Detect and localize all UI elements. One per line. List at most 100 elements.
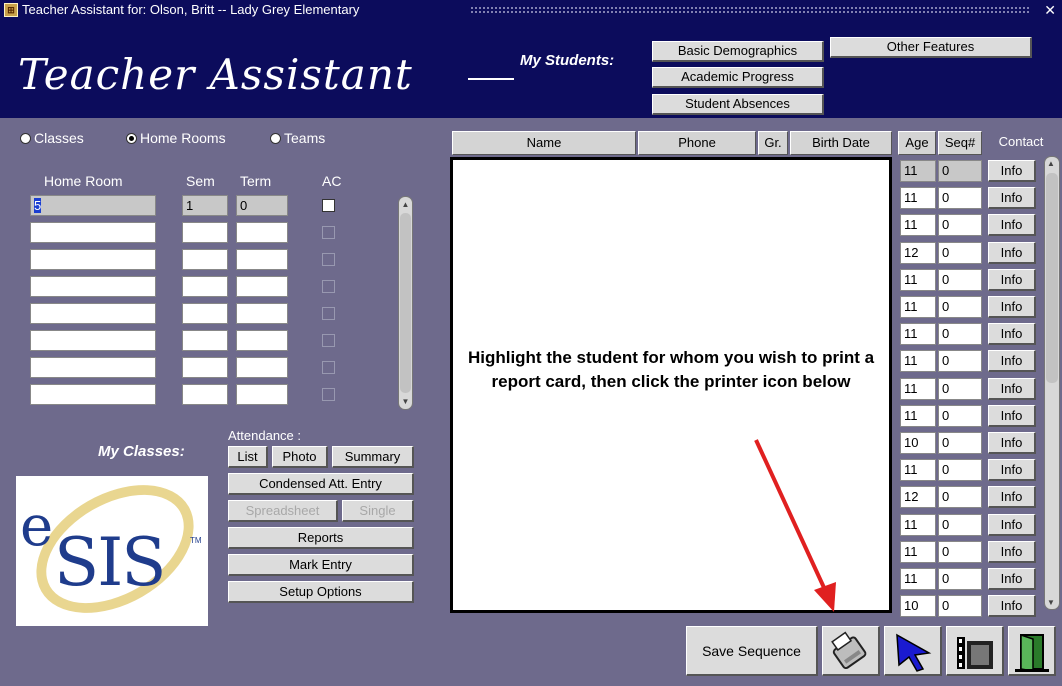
sem-field[interactable]: 1 — [182, 195, 228, 216]
term-field[interactable] — [236, 249, 288, 270]
seq-field[interactable]: 0 — [938, 296, 982, 318]
ac-checkbox[interactable] — [322, 280, 335, 293]
setup-options-button[interactable]: Setup Options — [228, 581, 414, 603]
mark-entry-button[interactable]: Mark Entry — [228, 554, 414, 576]
term-field[interactable] — [236, 303, 288, 324]
home-room-field[interactable] — [30, 303, 156, 324]
ac-checkbox[interactable] — [322, 253, 335, 266]
sem-field[interactable] — [182, 303, 228, 324]
seq-field[interactable]: 0 — [938, 378, 982, 400]
info-button[interactable]: Info — [988, 595, 1036, 617]
seq-field[interactable]: 0 — [938, 350, 982, 372]
scroll-thumb[interactable] — [400, 213, 411, 393]
scroll-up-icon[interactable]: ▲ — [400, 199, 411, 210]
student-name-list[interactable]: Highlight the student for whom you wish … — [450, 157, 892, 613]
seq-field[interactable]: 0 — [938, 160, 982, 182]
print-button[interactable] — [822, 626, 880, 676]
scroll-down-icon[interactable]: ▼ — [1047, 598, 1055, 607]
spreadsheet-button[interactable]: Spreadsheet — [228, 500, 338, 522]
sem-field[interactable] — [182, 330, 228, 351]
info-button[interactable]: Info — [988, 568, 1036, 590]
term-field[interactable] — [236, 357, 288, 378]
name-column-header[interactable]: Name — [452, 131, 636, 155]
seq-field[interactable]: 0 — [938, 242, 982, 264]
ac-checkbox[interactable] — [322, 307, 335, 320]
info-button[interactable]: Info — [988, 405, 1036, 427]
sem-field[interactable] — [182, 249, 228, 270]
ac-checkbox[interactable] — [322, 226, 335, 239]
term-field[interactable] — [236, 384, 288, 405]
home-room-field[interactable] — [30, 330, 156, 351]
info-button[interactable]: Info — [988, 269, 1036, 291]
term-field[interactable]: 0 — [236, 195, 288, 216]
home-room-field[interactable] — [30, 276, 156, 297]
home-room-field[interactable] — [30, 222, 156, 243]
seq-field[interactable]: 0 — [938, 323, 982, 345]
term-field[interactable] — [236, 276, 288, 297]
sem-field[interactable] — [182, 384, 228, 405]
condensed-att-entry-button[interactable]: Condensed Att. Entry — [228, 473, 414, 495]
home-room-field[interactable] — [30, 384, 156, 405]
info-button[interactable]: Info — [988, 296, 1036, 318]
info-button[interactable]: Info — [988, 323, 1036, 345]
seq-column-header[interactable]: Seq# — [938, 131, 982, 155]
seq-field[interactable]: 0 — [938, 405, 982, 427]
info-button[interactable]: Info — [988, 350, 1036, 372]
info-button[interactable]: Info — [988, 514, 1036, 536]
home-room-field[interactable]: 5 — [30, 195, 156, 216]
reports-button[interactable]: Reports — [228, 527, 414, 549]
info-button[interactable]: Info — [988, 432, 1036, 454]
exit-button[interactable] — [1008, 626, 1056, 676]
photo-button[interactable]: Photo — [272, 446, 328, 468]
scroll-up-icon[interactable]: ▲ — [1047, 159, 1055, 168]
save-sequence-button[interactable]: Save Sequence — [686, 626, 818, 676]
ac-checkbox[interactable] — [322, 334, 335, 347]
info-button[interactable]: Info — [988, 187, 1036, 209]
radio-teams[interactable]: Teams — [270, 130, 325, 146]
sem-field[interactable] — [182, 357, 228, 378]
radio-home-rooms[interactable]: Home Rooms — [126, 130, 226, 146]
term-field[interactable] — [236, 222, 288, 243]
scroll-down-icon[interactable]: ▼ — [400, 396, 411, 407]
seq-field[interactable]: 0 — [938, 486, 982, 508]
info-button[interactable]: Info — [988, 214, 1036, 236]
basic-demographics-button[interactable]: Basic Demographics — [652, 41, 824, 62]
info-button[interactable]: Info — [988, 486, 1036, 508]
home-room-field[interactable] — [30, 357, 156, 378]
seq-field[interactable]: 0 — [938, 187, 982, 209]
ac-checkbox[interactable] — [322, 199, 335, 212]
seq-field[interactable]: 0 — [938, 214, 982, 236]
close-icon[interactable]: ✕ — [1044, 0, 1056, 20]
seq-field[interactable]: 0 — [938, 568, 982, 590]
term-field[interactable] — [236, 330, 288, 351]
info-button[interactable]: Info — [988, 459, 1036, 481]
age-column-header[interactable]: Age — [898, 131, 936, 155]
radio-classes[interactable]: Classes — [20, 130, 84, 146]
other-features-button[interactable]: Other Features — [830, 37, 1032, 58]
info-button[interactable]: Info — [988, 160, 1036, 182]
info-button[interactable]: Info — [988, 242, 1036, 264]
summary-button[interactable]: Summary — [332, 446, 414, 468]
sem-field[interactable] — [182, 276, 228, 297]
seq-field[interactable]: 0 — [938, 514, 982, 536]
seq-field[interactable]: 0 — [938, 459, 982, 481]
scroll-thumb[interactable] — [1046, 173, 1058, 383]
seq-field[interactable]: 0 — [938, 432, 982, 454]
seq-field[interactable]: 0 — [938, 269, 982, 291]
academic-progress-button[interactable]: Academic Progress — [652, 67, 824, 88]
ac-checkbox[interactable] — [322, 388, 335, 401]
phone-column-header[interactable]: Phone — [638, 131, 756, 155]
list-button[interactable]: List — [228, 446, 268, 468]
sem-field[interactable] — [182, 222, 228, 243]
grade-column-header[interactable]: Gr. — [758, 131, 788, 155]
homeroom-scrollbar[interactable]: ▲ ▼ — [398, 196, 413, 410]
student-table-scrollbar[interactable]: ▲ ▼ — [1044, 156, 1060, 610]
ac-checkbox[interactable] — [322, 361, 335, 374]
film-button[interactable] — [946, 626, 1004, 676]
single-button[interactable]: Single — [342, 500, 414, 522]
seq-field[interactable]: 0 — [938, 595, 982, 617]
birth-date-column-header[interactable]: Birth Date — [790, 131, 892, 155]
info-button[interactable]: Info — [988, 378, 1036, 400]
select-button[interactable] — [884, 626, 942, 676]
home-room-field[interactable] — [30, 249, 156, 270]
